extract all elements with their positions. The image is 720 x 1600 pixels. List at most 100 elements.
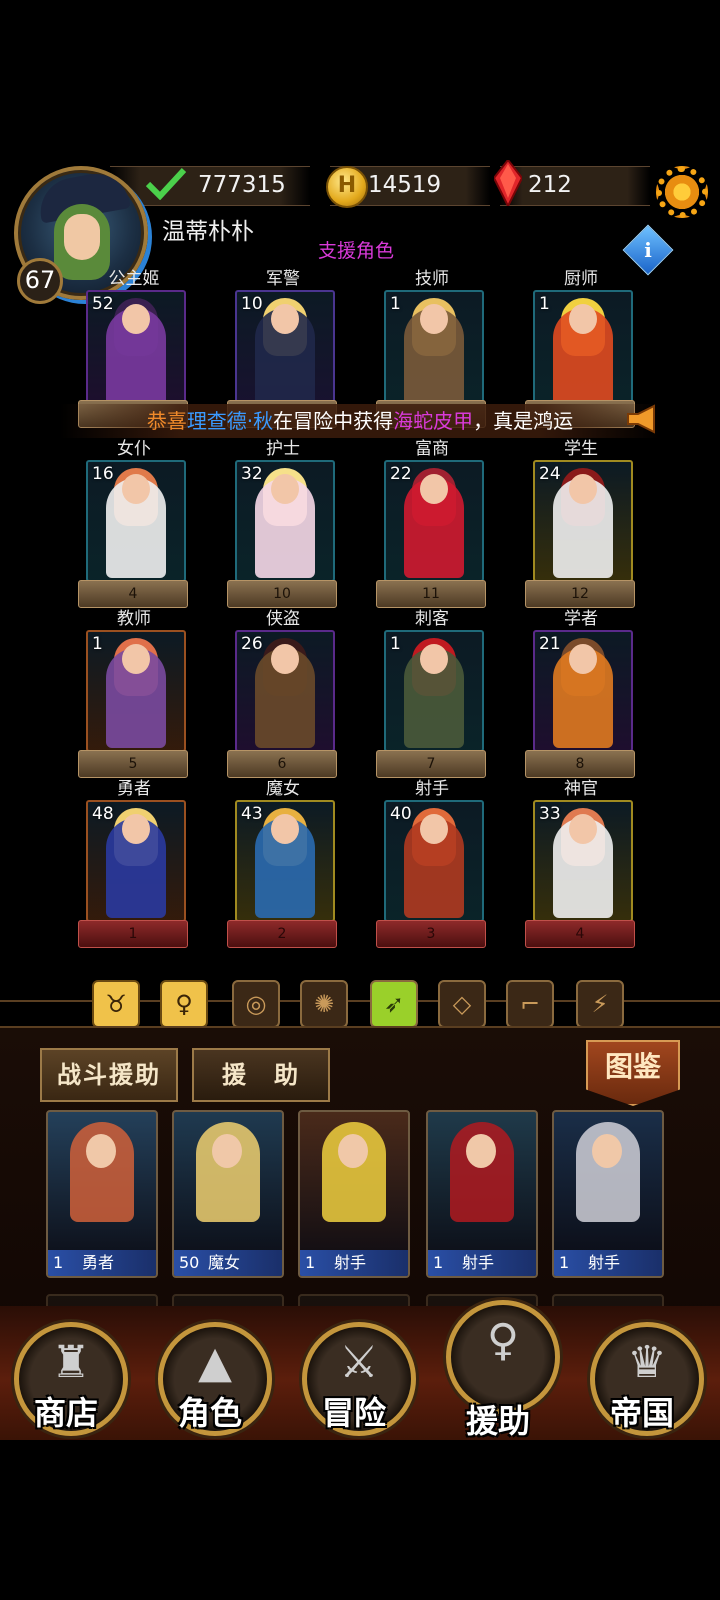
character-level: 21 (539, 634, 561, 654)
character-level: 40 (390, 804, 412, 824)
character-card[interactable]: 52 (86, 290, 186, 412)
character-card[interactable]: 1 (533, 290, 633, 412)
character-face (122, 474, 150, 504)
support-card[interactable]: 1 勇者 (46, 1110, 158, 1278)
character-plate: 2 (227, 920, 337, 948)
character-level: 24 (539, 464, 561, 484)
character-card[interactable]: 1 (86, 630, 186, 752)
support-level: 1 (433, 1253, 444, 1272)
character-level: 48 (92, 804, 114, 824)
support-card[interactable]: 1 射手 (552, 1110, 664, 1278)
character-card[interactable]: 22 (384, 460, 484, 582)
support-level: 1 (305, 1253, 316, 1272)
support-card[interactable]: 1 射手 (426, 1110, 538, 1278)
character-card[interactable]: 10 (235, 290, 335, 412)
support-level: 1 (53, 1253, 64, 1272)
filter-wheel-icon[interactable]: ✺ (300, 980, 348, 1028)
settings-gear-icon[interactable] (656, 166, 708, 218)
horn-icon (626, 404, 658, 438)
character-level: 1 (92, 634, 103, 654)
ruby-icon (492, 158, 524, 210)
character-face (420, 644, 448, 674)
filter-bow-icon[interactable]: ➶ (370, 980, 418, 1028)
character-face (569, 304, 597, 334)
character-card[interactable]: 1 (384, 290, 484, 412)
character-plate: 3 (376, 920, 486, 948)
support-role: 魔女 (208, 1253, 241, 1272)
support-role: 射手 (334, 1253, 367, 1272)
character-level: 26 (241, 634, 263, 654)
character-name: 射手 (415, 779, 449, 799)
character-name: 魔女 (266, 779, 300, 799)
character-face (271, 644, 299, 674)
character-face (122, 304, 150, 334)
character-card[interactable]: 16 (86, 460, 186, 582)
support-face (86, 1134, 116, 1168)
character-name: 公主姬 (108, 269, 160, 289)
support-card-footer: 1 勇者 (48, 1250, 156, 1276)
character-level: 1 (390, 294, 401, 314)
character-card[interactable]: 40 (384, 800, 484, 922)
character-level: 10 (241, 294, 263, 314)
character-name: 神官 (564, 779, 598, 799)
character-name: 军警 (266, 269, 300, 289)
support-level: 50 (179, 1253, 200, 1272)
character-face (271, 304, 299, 334)
filter-bull-icon[interactable]: ♉ (92, 980, 140, 1028)
castle-icon: ♜ (51, 1337, 91, 1388)
character-name: 技师 (415, 269, 449, 289)
announcement-marquee: 恭喜理查德·秋在冒险中获得海蛇皮甲，真是鸿运 (60, 404, 660, 438)
support-card[interactable]: 1 射手 (298, 1110, 410, 1278)
character-card[interactable]: 33 (533, 800, 633, 922)
character-face (420, 814, 448, 844)
character-face (569, 814, 597, 844)
character-face (271, 814, 299, 844)
character-level: 22 (390, 464, 412, 484)
nav-shop-label: 商店 (33, 1394, 98, 1432)
character-level: 52 (92, 294, 114, 314)
support-face (466, 1134, 496, 1168)
character-card[interactable]: 24 (533, 460, 633, 582)
character-card[interactable]: 32 (235, 460, 335, 582)
character-name: 厨师 (564, 269, 598, 289)
filter-diamond-icon[interactable]: ◇ (438, 980, 486, 1028)
character-level: 16 (92, 464, 114, 484)
character-card[interactable]: 1 (384, 630, 484, 752)
tab-battle-assist[interactable]: 战斗援助 (40, 1048, 178, 1102)
gem-bar (500, 166, 650, 206)
girl-icon: ♀ (486, 1315, 520, 1366)
crown-icon: ♛ (627, 1337, 667, 1388)
character-name: 刺客 (415, 609, 449, 629)
marquee-player: 理查德·秋 (186, 409, 274, 433)
checkmark-icon (145, 166, 187, 201)
hood-icon: ▲ (198, 1337, 232, 1388)
support-card[interactable]: 50 魔女 (172, 1110, 284, 1278)
support-card-footer: 50 魔女 (174, 1250, 282, 1276)
nav-assist-label: 援助 (465, 1402, 530, 1440)
character-face (122, 814, 150, 844)
character-plate: 4 (525, 920, 635, 948)
player-name: 温蒂朴朴 (162, 219, 254, 245)
character-card[interactable]: 21 (533, 630, 633, 752)
character-plate: 1 (78, 920, 188, 948)
section-title: 支援角色 (318, 240, 395, 262)
character-face (569, 644, 597, 674)
character-card[interactable]: 26 (235, 630, 335, 752)
marquee-mid: 在冒险中获得 (273, 409, 394, 433)
character-card[interactable]: 48 (86, 800, 186, 922)
support-card-footer: 1 射手 (554, 1250, 662, 1276)
character-name: 勇者 (117, 779, 151, 799)
character-name: 教师 (117, 609, 151, 629)
character-name: 侠盗 (266, 609, 300, 629)
marquee-suffix: ，真是鸿运 (473, 409, 574, 433)
nav-adventure-label: 冒险 (321, 1394, 386, 1432)
filter-target-icon[interactable]: ◎ (232, 980, 280, 1028)
character-level: 43 (241, 804, 263, 824)
filter-figure-icon[interactable]: ♀ (160, 980, 208, 1028)
tab-assist[interactable]: 援 助 (192, 1048, 330, 1102)
character-card[interactable]: 43 (235, 800, 335, 922)
filter-boot-icon[interactable]: ⌐ (506, 980, 554, 1028)
support-role: 射手 (462, 1253, 495, 1272)
character-face (122, 644, 150, 674)
filter-claw-icon[interactable]: ⚡ (576, 980, 624, 1028)
